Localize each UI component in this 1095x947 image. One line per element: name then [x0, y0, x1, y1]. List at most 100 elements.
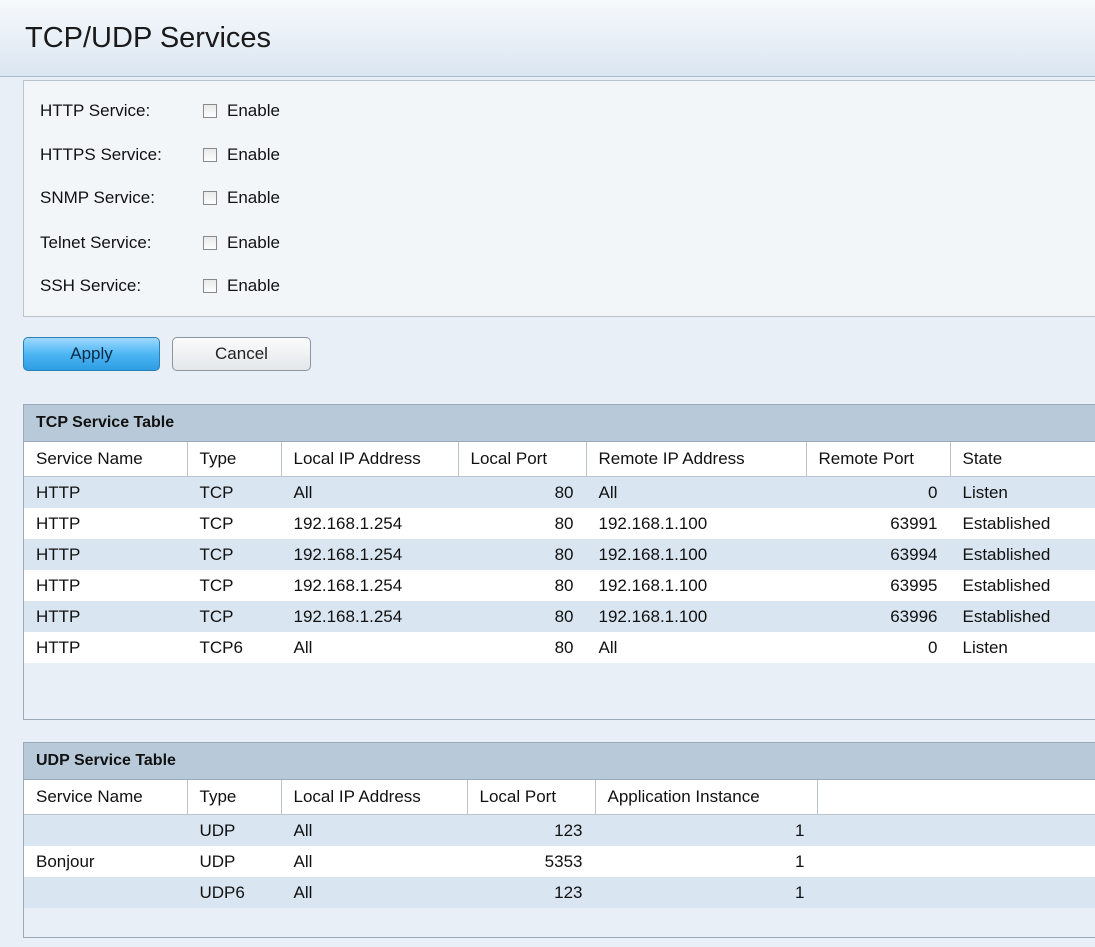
tcp-table-grid: Service Name Type Local IP Address Local…	[24, 442, 1095, 663]
table-row: UDP6 All 123 1	[24, 877, 1095, 908]
table-row: UDP All 123 1	[24, 814, 1095, 846]
telnet-enable-checkbox[interactable]	[203, 236, 217, 250]
cell-local-ip: 192.168.1.254	[281, 601, 458, 632]
cell-type: TCP	[187, 476, 281, 508]
cell-application-instance: 1	[595, 846, 817, 877]
table-row: HTTP TCP 192.168.1.254 80 192.168.1.100 …	[24, 539, 1095, 570]
cell-remote-port: 63995	[806, 570, 950, 601]
cell-application-instance: 1	[595, 814, 817, 846]
cell-type: TCP	[187, 570, 281, 601]
service-row-ssh: SSH Service: Enable	[40, 271, 280, 301]
column-header: Local Port	[467, 780, 596, 815]
cell-local-port: 80	[458, 539, 586, 570]
tcp-service-table: TCP Service Table Service Name Type Loca…	[23, 404, 1095, 720]
ssh-enable-checkbox[interactable]	[203, 279, 217, 293]
cell-local-ip: All	[281, 877, 467, 908]
snmp-enable-checkbox[interactable]	[203, 191, 217, 205]
service-label: HTTPS Service:	[40, 145, 162, 164]
udp-table-caption: UDP Service Table	[24, 743, 1095, 780]
cell-local-ip: 192.168.1.254	[281, 508, 458, 539]
cell-application-instance: 1	[595, 877, 817, 908]
table-row: HTTP TCP6 All 80 All 0 Listen	[24, 632, 1095, 663]
column-header: Service Name	[24, 780, 188, 815]
cell-state: Listen	[950, 476, 1095, 508]
cell-service-name: HTTP	[24, 601, 187, 632]
column-header: Remote IP Address	[586, 442, 807, 477]
column-header: Remote Port	[806, 442, 951, 477]
table-header-row: Service Name Type Local IP Address Local…	[24, 442, 1095, 477]
apply-button[interactable]: Apply	[23, 337, 160, 371]
http-enable-checkbox[interactable]	[203, 104, 217, 118]
enable-label: Enable	[227, 276, 280, 295]
service-row-https: HTTPS Service: Enable	[40, 140, 280, 170]
service-row-telnet: Telnet Service: Enable	[40, 228, 280, 258]
cell-local-port: 123	[467, 814, 595, 846]
cell-type: TCP6	[187, 632, 281, 663]
service-label: SNMP Service:	[40, 188, 155, 207]
cell-state: Established	[950, 539, 1095, 570]
cell-local-port: 123	[467, 877, 595, 908]
cell-type: UDP	[187, 846, 281, 877]
cell-local-ip: All	[281, 814, 467, 846]
cell-service-name: HTTP	[24, 508, 187, 539]
column-header: Type	[187, 442, 282, 477]
cell-local-ip: All	[281, 632, 458, 663]
cell-state: Established	[950, 601, 1095, 632]
service-label: SSH Service:	[40, 276, 142, 295]
enable-label: Enable	[227, 101, 280, 120]
cell-type: TCP	[187, 601, 281, 632]
table-row: HTTP TCP 192.168.1.254 80 192.168.1.100 …	[24, 601, 1095, 632]
service-row-snmp: SNMP Service: Enable	[40, 183, 280, 213]
cell-empty	[817, 877, 1095, 908]
column-header	[817, 780, 1095, 815]
cancel-button[interactable]: Cancel	[172, 337, 311, 371]
cell-type: TCP	[187, 508, 281, 539]
cell-local-ip: All	[281, 476, 458, 508]
cell-service-name	[24, 877, 187, 908]
enable-label: Enable	[227, 233, 280, 252]
column-header: State	[950, 442, 1095, 477]
cell-state: Listen	[950, 632, 1095, 663]
cell-type: TCP	[187, 539, 281, 570]
cell-service-name	[24, 814, 187, 846]
cell-type: UDP6	[187, 877, 281, 908]
cell-empty	[817, 846, 1095, 877]
table-header-row: Service Name Type Local IP Address Local…	[24, 780, 1095, 815]
tcp-table-caption: TCP Service Table	[24, 405, 1095, 442]
cell-service-name: HTTP	[24, 476, 187, 508]
table-row: HTTP TCP 192.168.1.254 80 192.168.1.100 …	[24, 570, 1095, 601]
page-title: TCP/UDP Services	[25, 22, 272, 54]
cell-local-port: 80	[458, 570, 586, 601]
service-label: HTTP Service:	[40, 101, 151, 120]
cell-remote-ip: All	[586, 632, 806, 663]
service-row-http: HTTP Service: Enable	[40, 96, 280, 126]
cell-local-ip: 192.168.1.254	[281, 539, 458, 570]
column-header: Local Port	[458, 442, 587, 477]
table-row: HTTP TCP 192.168.1.254 80 192.168.1.100 …	[24, 508, 1095, 539]
column-header: Local IP Address	[281, 780, 468, 815]
enable-label: Enable	[227, 145, 280, 164]
cell-type: UDP	[187, 814, 281, 846]
column-header: Application Instance	[595, 780, 818, 815]
column-header: Local IP Address	[281, 442, 459, 477]
cell-remote-port: 0	[806, 632, 950, 663]
cell-empty	[817, 814, 1095, 846]
column-header: Type	[187, 780, 282, 815]
cell-remote-ip: All	[586, 476, 806, 508]
cell-remote-ip: 192.168.1.100	[586, 570, 806, 601]
cell-state: Established	[950, 570, 1095, 601]
cell-local-port: 80	[458, 508, 586, 539]
cell-remote-port: 63996	[806, 601, 950, 632]
cell-remote-ip: 192.168.1.100	[586, 539, 806, 570]
cell-remote-port: 0	[806, 476, 950, 508]
https-enable-checkbox[interactable]	[203, 148, 217, 162]
cell-local-ip: All	[281, 846, 467, 877]
table-row: HTTP TCP All 80 All 0 Listen	[24, 476, 1095, 508]
udp-table-grid: Service Name Type Local IP Address Local…	[24, 780, 1095, 908]
cell-remote-ip: 192.168.1.100	[586, 601, 806, 632]
cell-local-port: 80	[458, 476, 586, 508]
cell-service-name: HTTP	[24, 570, 187, 601]
cell-local-port: 80	[458, 601, 586, 632]
cell-local-ip: 192.168.1.254	[281, 570, 458, 601]
cell-service-name: Bonjour	[24, 846, 187, 877]
